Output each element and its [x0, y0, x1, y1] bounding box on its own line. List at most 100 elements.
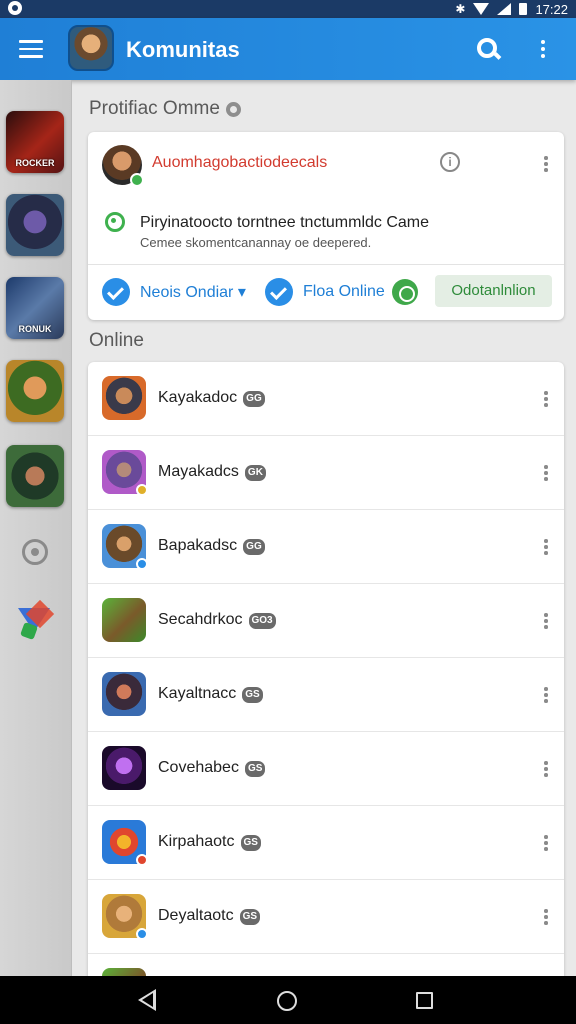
- list-item-name: Bapakadsc GG: [158, 537, 265, 555]
- more-vert-icon[interactable]: [539, 40, 547, 60]
- avatar: [102, 376, 146, 420]
- status-chip-2[interactable]: Floa Online: [265, 277, 385, 307]
- info-icon[interactable]: [225, 101, 241, 117]
- sync-icon[interactable]: [392, 279, 418, 305]
- section-title-protect: Protifiac Omme: [89, 98, 241, 120]
- status-badge: GK: [244, 465, 266, 481]
- sidebar-game-label: RONUK: [18, 324, 52, 334]
- divider: [88, 264, 564, 265]
- check-icon: [102, 278, 130, 306]
- info-icon[interactable]: i: [440, 152, 460, 172]
- sidebar-game-label: ROCKER: [15, 158, 55, 168]
- status-icon: [105, 212, 125, 232]
- search-icon[interactable]: [476, 37, 502, 63]
- status-badge: GO3: [248, 613, 276, 629]
- avatar: [102, 820, 148, 866]
- list-item-name: Deyaltaotc GS: [158, 907, 261, 925]
- avatar[interactable]: [68, 25, 114, 71]
- list-item-name: Secahdrkoc GO3: [158, 611, 276, 629]
- back-icon[interactable]: [138, 989, 156, 1011]
- user-name[interactable]: Auomhagobactiodeecals: [152, 154, 327, 172]
- list-item[interactable]: Covehabec GS: [88, 732, 564, 806]
- chip-label: Neois Ondiar ▾: [140, 284, 246, 301]
- more-vert-icon[interactable]: [543, 156, 549, 174]
- more-vert-icon[interactable]: [543, 391, 549, 409]
- user-name: Bapakadsc: [158, 537, 238, 554]
- status-time: 17:22: [535, 1, 568, 17]
- list-item[interactable]: Kirpahaotc GS: [88, 806, 564, 880]
- avatar: [102, 598, 146, 642]
- avatar: [102, 672, 146, 716]
- list-item[interactable]: Kayaltnacc GS: [88, 658, 564, 732]
- user-name: Deyaltaotc: [158, 907, 234, 924]
- settings-icon[interactable]: [22, 539, 48, 565]
- user-name: Secahdrkoc: [158, 611, 243, 628]
- more-vert-icon[interactable]: [543, 613, 549, 631]
- wifi-icon: [473, 3, 490, 15]
- more-vert-icon[interactable]: [543, 687, 549, 705]
- status-badge: GS: [239, 909, 261, 925]
- sidebar-game-2[interactable]: [6, 194, 64, 256]
- sidebar-game-4[interactable]: [6, 360, 64, 422]
- avatar-badge: [136, 928, 148, 940]
- status-bar: ✱ 17:22: [0, 0, 576, 18]
- signal-icon: [497, 3, 512, 15]
- sidebar-game-1[interactable]: ROCKER: [6, 111, 64, 173]
- more-vert-icon[interactable]: [543, 539, 549, 557]
- status-badge: GS: [242, 687, 263, 703]
- user-name: Covehabec: [158, 759, 239, 776]
- logo-icon[interactable]: [12, 599, 56, 644]
- chip-label: Floa Online: [303, 283, 385, 300]
- sidebar-game-3[interactable]: RONUK: [6, 277, 64, 339]
- avatar: [102, 894, 148, 940]
- list-item-name: Covehabec GS: [158, 759, 266, 777]
- list-item-name: Mayakadcs GK: [158, 463, 266, 481]
- avatar-badge: [136, 854, 148, 866]
- home-icon[interactable]: [277, 991, 297, 1011]
- list-item-name: Kirpahaotc GS: [158, 833, 261, 851]
- protect-card: Auomhagobactiodeecals i Piryinatoocto to…: [88, 132, 564, 320]
- card-subtitle: Cemee skomentcanannay oe deepered.: [140, 235, 372, 250]
- card-title: Piryinatoocto torntnee tnctummldc Came: [140, 214, 430, 231]
- menu-icon[interactable]: [19, 40, 43, 58]
- app-bar: Komunitas: [0, 18, 576, 80]
- section-title-text: Protifiac Omme: [89, 98, 220, 119]
- online-badge: [130, 173, 144, 187]
- user-name: Kirpahaotc: [158, 833, 235, 850]
- avatar: [102, 746, 146, 790]
- avatar-badge: [136, 484, 148, 496]
- more-vert-icon[interactable]: [543, 465, 549, 483]
- section-title-online: Online: [89, 330, 144, 351]
- list-item[interactable]: Mayakadcs GK: [88, 436, 564, 510]
- user-name: Kayaltnacc: [158, 685, 237, 702]
- avatar: [102, 450, 148, 496]
- more-vert-icon[interactable]: [543, 761, 549, 779]
- user-name: Kayakadoc: [158, 389, 238, 406]
- status-badge: GS: [244, 761, 266, 777]
- list-item[interactable]: Secahdrkoc GO3: [88, 584, 564, 658]
- status-chip-1[interactable]: Neois Ondiar ▾: [102, 277, 246, 307]
- avatar: [102, 524, 148, 570]
- status-badge: GG: [243, 539, 265, 555]
- online-list: Kayakadoc GG Mayakadcs GK Bapakadsc GG Seca…: [88, 362, 564, 1002]
- avatar[interactable]: [102, 145, 144, 187]
- list-item[interactable]: Kayakadoc GG: [88, 362, 564, 436]
- list-item[interactable]: Bapakadsc GG: [88, 510, 564, 584]
- status-badge: GS: [240, 835, 261, 851]
- action-button[interactable]: Odotanlnlion: [435, 275, 552, 307]
- navigation-bar: [0, 976, 576, 1024]
- list-item[interactable]: Deyaltaotc GS: [88, 880, 564, 954]
- app-notification-icon: [8, 1, 22, 15]
- more-vert-icon[interactable]: [543, 909, 549, 927]
- more-vert-icon[interactable]: [543, 835, 549, 853]
- avatar-badge: [136, 558, 148, 570]
- recents-icon[interactable]: [416, 992, 433, 1009]
- sidebar-game-5[interactable]: [6, 445, 64, 507]
- check-icon: [265, 278, 293, 306]
- status-badge: GG: [243, 391, 265, 407]
- user-name: Mayakadcs: [158, 463, 239, 480]
- list-item-name: Kayakadoc GG: [158, 389, 265, 407]
- bluetooth-icon: ✱: [455, 2, 466, 16]
- sidebar: ROCKER RONUK: [0, 80, 72, 976]
- page-title: Komunitas: [126, 37, 240, 62]
